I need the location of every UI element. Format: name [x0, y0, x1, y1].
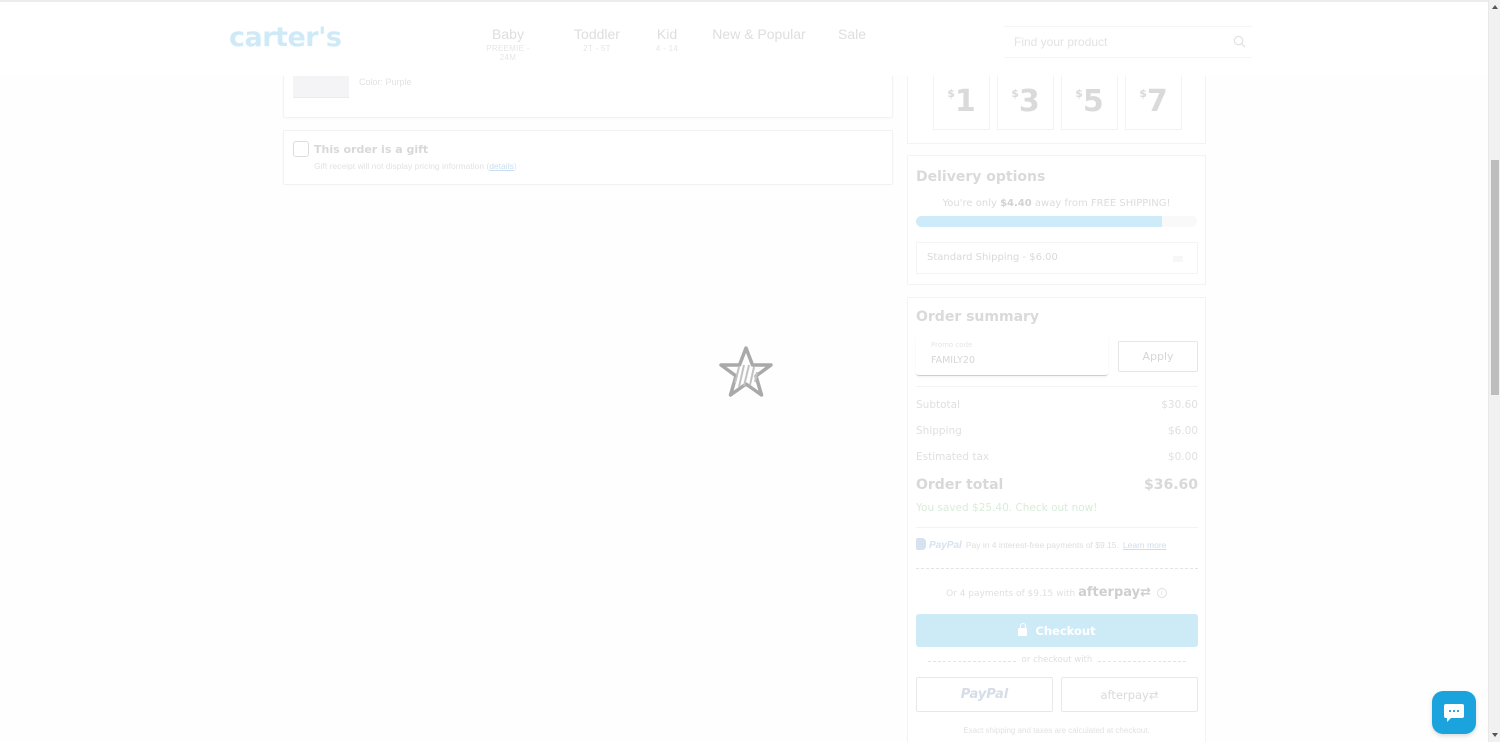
- paypal-pay-in-4: PayPal Pay in 4 interest-free payments of…: [916, 538, 1198, 551]
- paypal-icon: [916, 538, 926, 550]
- or-checkout-with: or checkout with: [928, 655, 1186, 665]
- nav-baby-label: Baby: [492, 26, 524, 42]
- donation-amount: 1: [954, 84, 976, 119]
- tax-label: Estimated tax: [916, 451, 990, 463]
- donation-option-5[interactable]: $5: [1061, 72, 1118, 130]
- gift-details-link[interactable]: details: [489, 161, 514, 171]
- shipping-method-select[interactable]: Standard Shipping - $6.00: [916, 242, 1198, 274]
- gift-title: This order is a gift: [314, 143, 429, 156]
- shipping-tax-disclaimer: Exact shipping and taxes are calculated …: [963, 726, 1150, 735]
- order-summary-card: Order summary Promo code Apply Subtotal …: [907, 297, 1206, 742]
- donation-amount: 5: [1082, 84, 1104, 119]
- order-summary-title: Order summary: [916, 309, 1040, 325]
- checkout-label: Checkout: [1035, 623, 1096, 638]
- promo-code-input[interactable]: [931, 355, 1101, 366]
- chevron-down-icon: [1173, 256, 1183, 262]
- apply-promo-button[interactable]: Apply: [1118, 341, 1198, 372]
- afterpay-button-label: afterpay: [1100, 687, 1149, 702]
- subtotal-value: $30.60: [1161, 399, 1198, 411]
- tax-value: $0.00: [1167, 451, 1198, 463]
- info-icon[interactable]: i: [1156, 588, 1167, 598]
- free-ship-prefix: You're only: [942, 198, 1001, 209]
- gift-desc-suffix: ): [513, 161, 517, 171]
- nav-baby-sub: PREEMIE - 24M: [486, 44, 530, 62]
- nav-sale[interactable]: Sale: [836, 26, 868, 42]
- afterpay-installments: Or 4 payments of $9.15 with afterpay⇄ i: [908, 585, 1205, 600]
- nav-new-popular-label: New & Popular: [712, 26, 806, 42]
- paypal-brand: PayPal: [929, 540, 962, 551]
- nav-baby[interactable]: Baby PREEMIE - 24M: [478, 26, 538, 62]
- gift-option-card: This order is a gift Gift receipt will n…: [283, 130, 893, 185]
- summary-divider: [916, 527, 1198, 528]
- chat-bubble-icon: [1444, 704, 1464, 722]
- chat-button[interactable]: [1432, 691, 1476, 734]
- scroll-down-arrow-icon[interactable]: [1492, 733, 1498, 737]
- gift-description: Gift receipt will not display pricing in…: [314, 161, 517, 171]
- afterpay-arrows-icon: ⇄: [1140, 585, 1152, 600]
- page-scrollbar[interactable]: [1488, 0, 1500, 742]
- nav-toddler-label: Toddler: [574, 26, 620, 42]
- afterpay-checkout-button[interactable]: afterpay⇄: [1061, 677, 1198, 712]
- delivery-options-card: Delivery options You're only $4.40 away …: [907, 155, 1206, 285]
- free-ship-suffix: away from FREE SHIPPING!: [1031, 198, 1171, 209]
- afterpay-arrows-icon: ⇄: [1148, 687, 1159, 702]
- search-input[interactable]: [1004, 27, 1224, 57]
- shipping-label: Shipping: [916, 425, 962, 437]
- shipping-row: Shipping $6.00: [916, 425, 1198, 437]
- donation-currency: $: [1139, 87, 1147, 100]
- paypal-text: Pay in 4 interest-free payments of $9.15…: [965, 540, 1119, 550]
- dashed-divider: [916, 568, 1198, 569]
- donation-option-1[interactable]: $1: [933, 72, 990, 130]
- nav-kid-sub: 4 - 14: [655, 44, 679, 53]
- scrollbar-thumb[interactable]: [1491, 160, 1499, 395]
- savings-message: You saved $25.40. Check out now!: [916, 502, 1098, 514]
- donation-option-7[interactable]: $7: [1125, 72, 1182, 130]
- donation-amount: 3: [1018, 84, 1040, 119]
- donation-option-3[interactable]: $3: [997, 72, 1054, 130]
- subtotal-label: Subtotal: [916, 399, 960, 411]
- nav-toddler-sub: 2T - 5T: [583, 44, 611, 53]
- free-ship-amount: $4.40: [1000, 198, 1032, 209]
- shipping-method-value: Standard Shipping - $6.00: [927, 252, 1058, 263]
- carters-logo[interactable]: carter's: [229, 22, 342, 53]
- nav-new-popular[interactable]: New & Popular: [712, 26, 806, 42]
- promo-code-label: Promo code: [931, 341, 973, 349]
- nav-toddler[interactable]: Toddler 2T - 5T: [568, 26, 626, 53]
- free-shipping-progress-fill: [916, 216, 1162, 227]
- nav-sale-label: Sale: [837, 26, 867, 42]
- lock-icon: [1018, 622, 1028, 636]
- nav-kid-label: Kid: [656, 26, 678, 42]
- search-icon[interactable]: [1233, 35, 1246, 48]
- order-total-value: $36.60: [1143, 477, 1198, 493]
- scroll-up-arrow-icon[interactable]: [1492, 5, 1498, 9]
- subtotal-row: Subtotal $30.60: [916, 399, 1198, 411]
- donation-currency: $: [1011, 87, 1019, 100]
- free-shipping-progress: [916, 216, 1197, 227]
- shipping-value: $6.00: [1167, 425, 1198, 437]
- order-total-label: Order total: [916, 477, 1004, 493]
- gift-desc-prefix: Gift receipt will not display pricing in…: [314, 161, 490, 171]
- summary-divider: [916, 386, 1198, 387]
- promo-code-field[interactable]: Promo code: [916, 336, 1108, 376]
- donation-amount: 7: [1146, 84, 1168, 119]
- loading-star-icon: [719, 346, 773, 397]
- nav-kid[interactable]: Kid 4 - 14: [652, 26, 682, 53]
- paypal-learn-more-link[interactable]: Learn more: [1123, 540, 1166, 550]
- afterpay-text: Or 4 payments of $9.15 with: [946, 589, 1076, 599]
- checkout-button[interactable]: Checkout: [916, 614, 1198, 647]
- site-header: carter's Baby PREEMIE - 24M Toddler 2T -…: [0, 2, 1488, 76]
- donation-currency: $: [947, 87, 955, 100]
- order-total-row: Order total $36.60: [916, 477, 1198, 493]
- donation-currency: $: [1075, 87, 1083, 100]
- tax-row: Estimated tax $0.00: [916, 451, 1198, 463]
- search-bar: [1004, 26, 1252, 58]
- chat-dots: [1448, 710, 1460, 712]
- paypal-checkout-button[interactable]: PayPal: [916, 677, 1053, 712]
- gift-checkbox[interactable]: [293, 141, 309, 157]
- delivery-title: Delivery options: [916, 169, 1046, 185]
- afterpay-logo: afterpay: [1078, 585, 1141, 600]
- free-shipping-message: You're only $4.40 away from FREE SHIPPIN…: [908, 198, 1205, 209]
- product-color: Color: Purple: [359, 77, 412, 87]
